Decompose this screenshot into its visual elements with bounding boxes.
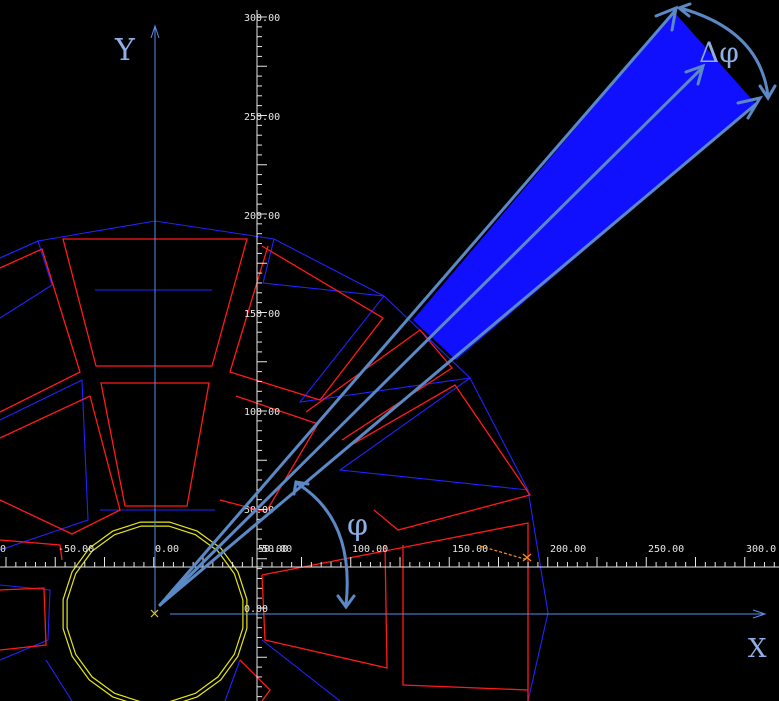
x-tick-label: 100.00 (352, 544, 388, 555)
phi-label: φ (347, 508, 368, 543)
x-tick-label: 200.00 (550, 544, 586, 555)
x-axis-label: X (748, 634, 767, 664)
y-tick-label: 100.00 (244, 407, 280, 418)
x-tick-label: -50.00 (58, 544, 94, 555)
y-tick-label-zero: 0.00 (244, 604, 268, 615)
delta-phi-label: Δφ (699, 36, 739, 69)
y-tick-label: 250.00 (244, 112, 280, 123)
y-axis-label: Y (114, 33, 136, 68)
x-tick-label: 150.00 (452, 544, 488, 555)
y-tick-label: 200.00 (244, 211, 280, 222)
geometry-canvas[interactable]: 0 -50.00 0.00 50.00 50.00 100.00 150.00 … (0, 0, 779, 701)
y-tick-label: 300.00 (244, 13, 280, 24)
x-tick-label: 250.00 (648, 544, 684, 555)
x-tick-label-left-edge: 0 (0, 544, 6, 555)
x-tick-label-overlap: 50.00 (262, 544, 292, 555)
x-tick-label: 300.0 (746, 544, 776, 555)
y-tick-label: 150.00 (244, 309, 280, 320)
x-tick-label: 0.00 (155, 544, 179, 555)
